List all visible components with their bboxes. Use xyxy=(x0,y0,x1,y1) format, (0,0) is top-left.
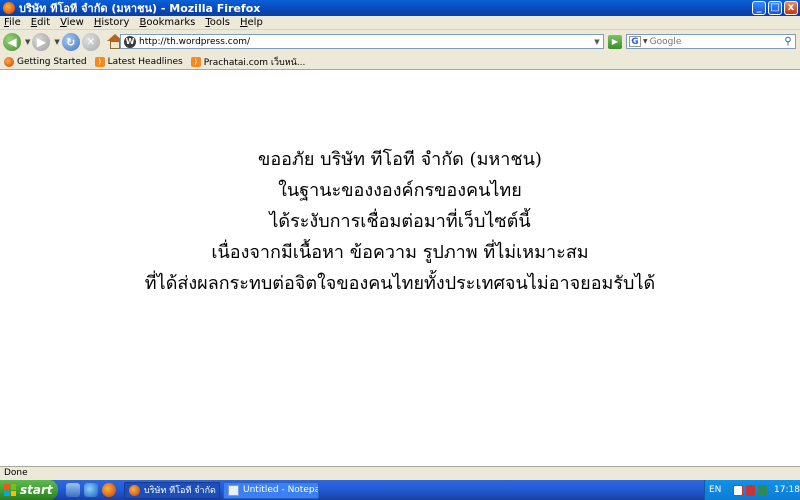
menu-view[interactable]: View xyxy=(60,17,84,28)
search-input[interactable] xyxy=(649,36,781,47)
url-input[interactable] xyxy=(139,35,591,48)
address-bar[interactable]: W ▼ xyxy=(120,34,604,49)
window-title: บริษัท ทีโอที จำกัด (มหาชน) - Mozilla Fi… xyxy=(19,2,261,15)
go-button[interactable]: ▶ xyxy=(608,35,622,49)
notice-line: ที่ได้ส่งผลกระทบต่อจิตใจของคนไทยทั้งประเ… xyxy=(144,273,656,294)
window-controls: _ □ x xyxy=(752,1,798,15)
rss-icon: ) xyxy=(94,56,105,67)
clock[interactable]: 17:18 xyxy=(774,485,800,495)
quick-launch xyxy=(66,483,116,497)
menu-history[interactable]: History xyxy=(94,17,130,28)
taskbar-item-firefox[interactable]: บริษัท ทีโอที จำกัด (ม... xyxy=(124,481,220,499)
firefox-icon[interactable] xyxy=(102,483,116,497)
antivirus-icon[interactable] xyxy=(733,484,743,496)
search-engine-dropdown-icon[interactable]: ▼ xyxy=(643,38,648,45)
system-tray: EN 17:18 xyxy=(704,480,800,500)
menu-edit[interactable]: Edit xyxy=(31,17,50,28)
search-icon[interactable]: ⚲ xyxy=(781,36,795,47)
notice-line: เนื่องจากมีเนื้อหา ข้อความ รูปภาพ ที่ไม่… xyxy=(211,242,589,263)
bookmark-label: Latest Headlines xyxy=(107,56,183,67)
status-bar: Done xyxy=(0,466,800,480)
stop-icon: ✕ xyxy=(81,33,100,51)
status-text: Done xyxy=(4,468,28,478)
firefox-icon xyxy=(129,484,140,496)
window-title-bar[interactable]: บริษัท ทีโอที จำกัด (มหาชน) - Mozilla Fi… xyxy=(0,0,800,16)
notice-line: ได้ระงับการเชื่อมต่อมาที่เว็บไซต์นี้ xyxy=(269,211,531,232)
notice-line: ในฐานะของงองค์กรของคนไทย xyxy=(278,180,522,201)
taskbar: start บริษัท ทีโอที จำกัด (ม... Untitled… xyxy=(0,480,800,500)
notice-line: ขออภัย บริษัท ทีโอที จำกัด (มหาชน) xyxy=(258,149,542,170)
show-desktop-icon[interactable] xyxy=(66,483,80,497)
notepad-icon xyxy=(228,484,239,496)
wordpress-icon: W xyxy=(124,35,136,48)
menu-file[interactable]: File xyxy=(4,17,21,28)
start-button[interactable]: start xyxy=(0,480,58,500)
menu-bookmarks[interactable]: Bookmarks xyxy=(139,17,195,28)
firefox-icon xyxy=(4,56,14,67)
url-dropdown-icon[interactable]: ▼ xyxy=(591,38,603,46)
security-alert-icon[interactable] xyxy=(745,484,755,496)
google-icon[interactable]: G xyxy=(629,36,641,47)
language-indicator[interactable]: EN xyxy=(709,485,721,495)
bookmark-label: Getting Started xyxy=(17,56,87,67)
forward-history-dropdown-icon[interactable]: ▼ xyxy=(54,38,59,46)
forward-button[interactable]: ▶ xyxy=(32,33,51,51)
bookmarks-toolbar: Getting Started ) Latest Headlines ) Pra… xyxy=(0,54,800,70)
back-history-dropdown-icon[interactable]: ▼ xyxy=(25,38,30,46)
navigation-toolbar: ◀ ▼ ▶ ▼ ↻ ✕ W ▼ ▶ G ▼ ⚲ xyxy=(0,30,800,54)
task-label: บริษัท ทีโอที จำกัด (ม... xyxy=(144,486,219,496)
forward-arrow-icon: ▶ xyxy=(32,33,51,51)
internet-explorer-icon[interactable] xyxy=(84,483,98,497)
rss-icon: ) xyxy=(190,56,201,67)
stop-button[interactable]: ✕ xyxy=(81,33,100,51)
menu-tools[interactable]: Tools xyxy=(205,17,230,28)
close-button[interactable]: x xyxy=(784,1,798,15)
taskbar-item-notepad[interactable]: Untitled - Notepad xyxy=(223,481,319,499)
firefox-icon xyxy=(3,2,15,14)
reload-icon: ↻ xyxy=(61,33,80,51)
network-icon[interactable] xyxy=(757,484,768,496)
bookmark-latest-headlines[interactable]: ) Latest Headlines xyxy=(94,56,183,67)
reload-button[interactable]: ↻ xyxy=(61,33,80,51)
bookmark-prachatai[interactable]: ) Prachatai.com เว็บหนั... xyxy=(190,55,306,69)
back-button[interactable]: ◀ xyxy=(3,33,21,51)
maximize-button[interactable]: □ xyxy=(768,1,782,15)
windows-logo-icon xyxy=(4,484,16,496)
menu-bar: File Edit View History Bookmarks Tools H… xyxy=(0,16,800,30)
bookmark-label: Prachatai.com เว็บหนั... xyxy=(203,57,306,68)
page-content: ขออภัย บริษัท ทีโอที จำกัด (มหาชน) ในฐาน… xyxy=(0,70,800,454)
back-arrow-icon: ◀ xyxy=(3,33,21,51)
minimize-button[interactable]: _ xyxy=(752,1,766,15)
start-label: start xyxy=(20,483,53,497)
search-box[interactable]: G ▼ ⚲ xyxy=(626,34,796,49)
task-label: Untitled - Notepad xyxy=(243,485,319,495)
block-notice: ขออภัย บริษัท ทีโอที จำกัด (มหาชน) ในฐาน… xyxy=(0,144,800,299)
bookmark-getting-started[interactable]: Getting Started xyxy=(4,56,87,67)
menu-help[interactable]: Help xyxy=(240,17,263,28)
